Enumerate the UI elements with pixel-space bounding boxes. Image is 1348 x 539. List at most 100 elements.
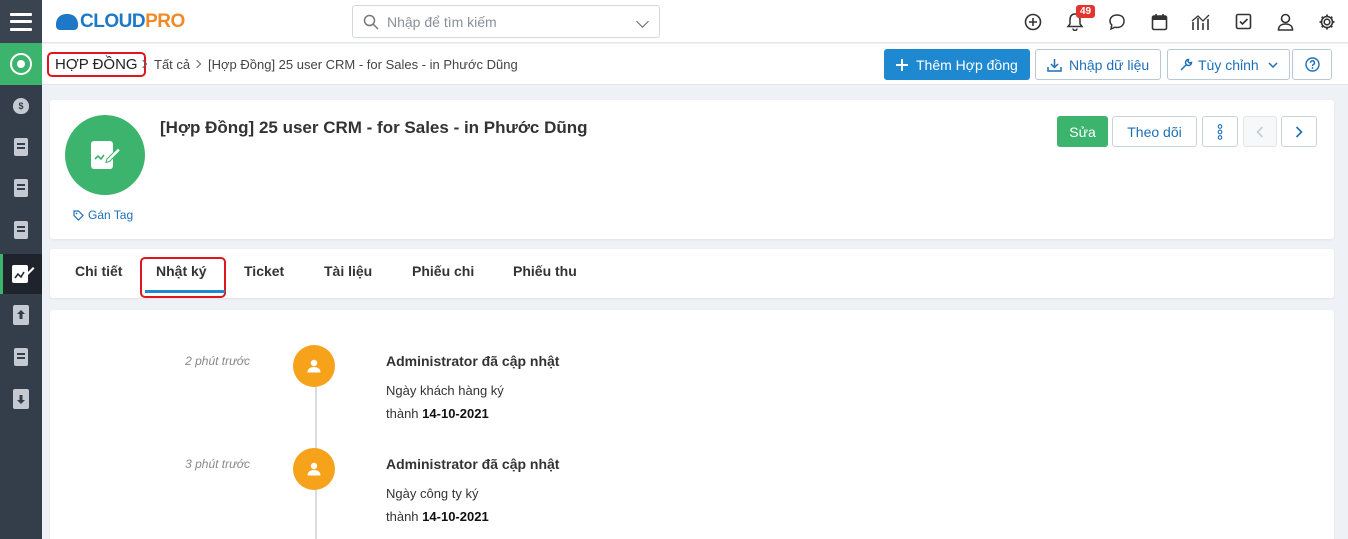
- tasks-button[interactable]: [1222, 0, 1264, 43]
- download-icon: [1047, 58, 1062, 72]
- chevron-down-icon: [1268, 61, 1278, 68]
- customize-dropdown[interactable]: Tùy chỉnh: [1167, 49, 1290, 80]
- global-search[interactable]: [352, 5, 660, 38]
- sidebar-item-download[interactable]: [0, 379, 42, 419]
- logo[interactable]: CLOUD PRO: [56, 9, 185, 35]
- spreadsheet-icon: [14, 138, 28, 156]
- chat-bubble-icon: [1109, 13, 1125, 30]
- import-data-label: Nhập dữ liệu: [1069, 56, 1150, 73]
- sidebar-item-invoice[interactable]: [0, 210, 42, 250]
- tab-activity-log[interactable]: Nhật ký: [156, 263, 207, 279]
- sidebar-item-spreadsheet[interactable]: [0, 127, 42, 167]
- tab-payment-vouchers[interactable]: Phiếu chi: [412, 263, 474, 279]
- timeline-new-value: 14-10-2021: [422, 509, 489, 524]
- sidebar-item-contracts[interactable]: [0, 254, 42, 294]
- chevron-right-icon: [1295, 125, 1303, 138]
- record-avatar: [65, 115, 145, 195]
- timeline-user-avatar: [293, 448, 335, 490]
- plus-circle-icon: [1024, 13, 1042, 30]
- plus-icon: [896, 58, 908, 71]
- money-bag-icon: $: [13, 98, 29, 114]
- edit-label: Sửa: [1069, 123, 1096, 140]
- record-header: [Hợp Đồng] 25 user CRM - for Sales - in …: [50, 100, 1334, 239]
- user-icon: [307, 359, 321, 373]
- header-actions: 49: [1012, 0, 1348, 43]
- edit-button[interactable]: Sửa: [1057, 116, 1108, 147]
- chevron-left-icon: [1256, 125, 1264, 138]
- record-title: [Hợp Đồng] 25 user CRM - for Sales - in …: [160, 118, 588, 137]
- sidebar-item-upload[interactable]: [0, 295, 42, 335]
- next-record-button[interactable]: [1281, 116, 1317, 147]
- checkbox-icon: [1235, 13, 1251, 30]
- home-circle-icon: [10, 53, 32, 75]
- timeline-field: Ngày khách hàng ký: [386, 383, 504, 398]
- cloud-logo-icon: [56, 14, 78, 30]
- reports-button[interactable]: [1180, 0, 1222, 43]
- more-actions-button[interactable]: [1202, 116, 1238, 147]
- user-icon: [1277, 13, 1293, 31]
- chevron-right-icon: [192, 59, 202, 69]
- add-contract-button[interactable]: Thêm Hợp đồng: [884, 49, 1030, 80]
- book-icon: [14, 348, 28, 366]
- sidebar: $: [0, 0, 42, 539]
- follow-button[interactable]: Theo dõi: [1112, 116, 1197, 147]
- tab-receipt-vouchers[interactable]: Phiếu thu: [513, 263, 577, 279]
- contract-icon: [91, 141, 122, 169]
- question-circle-icon: [1304, 57, 1320, 72]
- tab-documents[interactable]: Tài liệu: [324, 263, 372, 279]
- user-profile-button[interactable]: [1264, 0, 1306, 43]
- timeline-heading: Administrator đã cập nhật: [386, 456, 560, 472]
- assign-tag-label: Gán Tag: [88, 208, 134, 222]
- menu-toggle-button[interactable]: [0, 0, 42, 43]
- breadcrumb-current: [Hợp Đồng] 25 user CRM - for Sales - in …: [208, 57, 518, 72]
- breadcrumb-all[interactable]: Tất cả: [154, 57, 190, 72]
- sidebar-item-documents[interactable]: [0, 168, 42, 208]
- logo-text-pro: PRO: [145, 11, 185, 32]
- calendar-button[interactable]: [1138, 0, 1180, 43]
- download-file-icon: [13, 389, 29, 409]
- document-icon: [14, 179, 28, 197]
- timeline-heading: Administrator đã cập nhật: [386, 353, 560, 369]
- tab-detail[interactable]: Chi tiết: [75, 263, 122, 279]
- sidebar-item-book[interactable]: [0, 337, 42, 377]
- add-contract-label: Thêm Hợp đồng: [916, 56, 1018, 73]
- timeline-user-avatar: [293, 345, 335, 387]
- timeline-new-value: 14-10-2021: [422, 406, 489, 421]
- customize-label: Tùy chỉnh: [1198, 56, 1259, 73]
- timeline-value: thành 14-10-2021: [386, 406, 489, 421]
- hamburger-icon: [10, 12, 32, 31]
- notifications-button[interactable]: 49: [1054, 0, 1096, 43]
- help-button[interactable]: [1292, 49, 1332, 80]
- assign-tag-link[interactable]: Gán Tag: [73, 208, 133, 222]
- sidebar-item-home[interactable]: [0, 43, 42, 85]
- more-vertical-icon: [1217, 123, 1223, 140]
- module-name[interactable]: HỢP ĐỒNG: [47, 52, 146, 77]
- quick-create-button[interactable]: [1012, 0, 1054, 43]
- search-input[interactable]: [387, 13, 627, 30]
- timeline-value-prefix: thành: [386, 509, 419, 524]
- sidebar-item-sales[interactable]: $: [0, 86, 42, 126]
- invoice-icon: [14, 221, 28, 239]
- chat-button[interactable]: [1096, 0, 1138, 43]
- chevron-down-icon[interactable]: [636, 15, 649, 28]
- settings-button[interactable]: [1306, 0, 1348, 43]
- previous-record-button[interactable]: [1243, 116, 1277, 147]
- chart-icon: [1191, 14, 1210, 30]
- active-tab-indicator: [145, 290, 225, 293]
- user-icon: [307, 462, 321, 476]
- tab-ticket[interactable]: Ticket: [244, 263, 284, 279]
- notification-count-badge: 49: [1076, 5, 1096, 18]
- follow-label: Theo dõi: [1127, 123, 1182, 140]
- record-tabs: Chi tiết Nhật ký Ticket Tài liệu Phiếu c…: [50, 249, 1334, 298]
- timeline-field: Ngày công ty ký: [386, 486, 479, 501]
- gear-icon: [1319, 14, 1335, 29]
- upload-file-icon: [13, 305, 29, 325]
- search-icon: [363, 14, 379, 30]
- top-header: CLOUDPRO 49: [42, 0, 1348, 43]
- contract-icon: [11, 265, 34, 283]
- timeline-value-prefix: thành: [386, 406, 419, 421]
- import-data-button[interactable]: Nhập dữ liệu: [1035, 49, 1162, 80]
- timeline-time: 2 phút trước: [185, 354, 250, 368]
- logo-text-cloud: CLOUD: [80, 11, 146, 32]
- timeline-value: thành 14-10-2021: [386, 509, 489, 524]
